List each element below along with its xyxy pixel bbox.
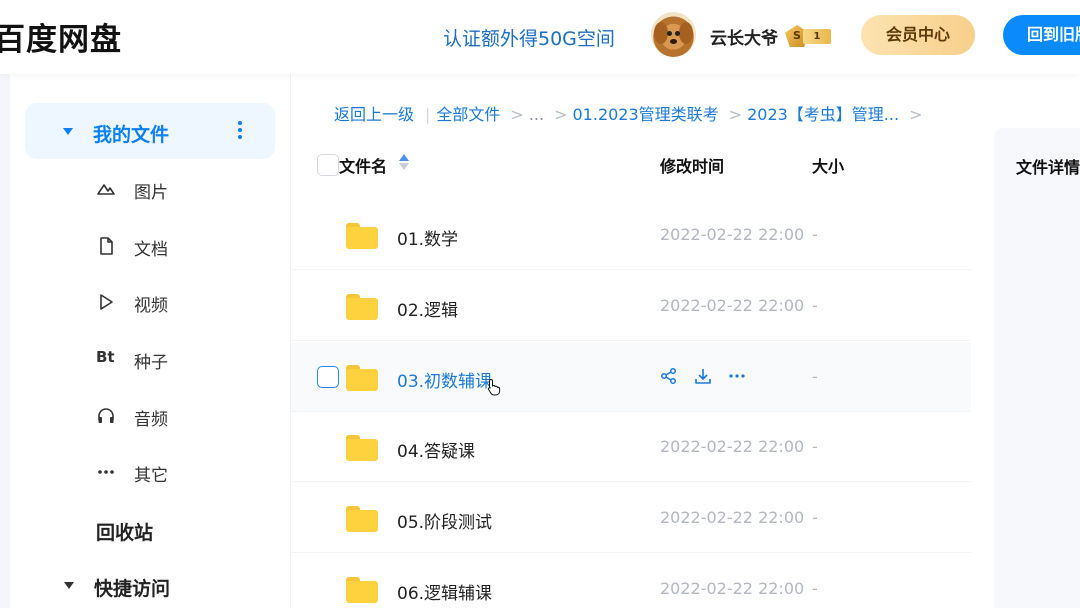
table-row[interactable]: 03.初数辅课 - <box>291 342 971 412</box>
vip-level-badge[interactable]: S 1 <box>785 25 831 47</box>
file-name[interactable]: 02.逻辑 <box>397 296 458 321</box>
more-icon <box>98 470 114 474</box>
expand-triangle-icon[interactable] <box>64 582 74 589</box>
folder-icon <box>346 294 378 320</box>
chevron-right-icon: > <box>909 105 923 124</box>
file-table-header: 文件名 修改时间 大小 <box>291 140 971 190</box>
folder-icon <box>346 435 378 461</box>
modified-time: 2022-02-22 22:00 <box>660 579 805 598</box>
sort-icon[interactable] <box>399 154 409 172</box>
chevron-right-icon: > <box>510 105 524 124</box>
file-size: - <box>812 296 818 315</box>
modified-time: 2022-02-22 22:00 <box>660 296 805 315</box>
hand-cursor-icon <box>487 378 501 396</box>
folder-icon <box>346 365 378 391</box>
table-row[interactable]: 01.数学 2022-02-22 22:00 - <box>291 200 971 270</box>
folder-icon <box>346 506 378 532</box>
file-detail-title: 文件详情 <box>1016 158 1080 177</box>
back-to-old-version-button[interactable]: 回到旧版 <box>1003 15 1080 55</box>
file-size: - <box>812 225 818 244</box>
table-row[interactable]: 02.逻辑 2022-02-22 22:00 - <box>291 271 971 341</box>
row-actions <box>660 367 750 387</box>
more-horizontal-icon[interactable] <box>728 367 746 385</box>
document-icon <box>100 237 113 255</box>
folder-icon <box>346 577 378 603</box>
username[interactable]: 云长大爷 <box>710 24 778 49</box>
sidebar-item-my-files[interactable]: 我的文件 <box>25 103 275 159</box>
sidebar-item-torrents[interactable]: Bt 种子 <box>96 344 246 374</box>
top-header: 百度网盘 认证额外得50G空间 云长大爷 S 1 会员中心 回到旧版 <box>0 0 1080 74</box>
video-icon <box>100 294 113 310</box>
expand-triangle-icon[interactable] <box>63 128 73 135</box>
vip-level: 1 <box>803 29 831 44</box>
sidebar-item-label: 音频 <box>134 410 168 430</box>
breadcrumb-level2-link[interactable]: 2023【考虫】管理... <box>747 105 899 124</box>
torrent-icon: Bt <box>96 348 115 366</box>
file-detail-panel: 文件详情 <box>994 128 1080 608</box>
breadcrumb-back-link[interactable]: 返回上一级 <box>334 105 414 124</box>
sidebar-item-label: 我的文件 <box>93 124 170 146</box>
file-size: - <box>812 367 818 386</box>
sidebar-item-audio[interactable]: 音频 <box>96 401 246 431</box>
sidebar-item-quick-access[interactable]: 快捷访问 <box>94 574 170 601</box>
image-icon <box>97 184 115 195</box>
headphones-icon <box>98 408 114 423</box>
sidebar-edge <box>0 74 10 608</box>
app-logo[interactable]: 百度网盘 <box>0 14 122 59</box>
modified-time: 2022-02-22 22:00 <box>660 225 805 244</box>
sidebar-item-images[interactable]: 图片 <box>96 174 246 204</box>
sidebar-item-label: 文档 <box>134 240 168 260</box>
file-size: - <box>812 579 818 598</box>
file-name[interactable]: 04.答疑课 <box>397 437 475 462</box>
chevron-right-icon: > <box>728 105 743 124</box>
column-header-name[interactable]: 文件名 <box>339 153 387 177</box>
breadcrumb-level1-link[interactable]: 01.2023管理类联考 <box>573 105 719 124</box>
sidebar-item-recycle-bin[interactable]: 回收站 <box>96 518 153 545</box>
breadcrumb-all-files-link[interactable]: 全部文件 <box>436 105 500 124</box>
sidebar-item-documents[interactable]: 文档 <box>96 231 246 261</box>
sidebar-item-label: 视频 <box>134 296 168 316</box>
table-row[interactable]: 06.逻辑辅课 2022-02-22 22:00 - <box>291 554 971 608</box>
share-icon[interactable] <box>660 367 678 385</box>
column-header-size[interactable]: 大小 <box>812 153 844 177</box>
file-size: - <box>812 437 818 456</box>
row-checkbox[interactable] <box>317 366 339 388</box>
column-header-modified[interactable]: 修改时间 <box>660 153 724 177</box>
breadcrumb-ellipsis[interactable]: ... <box>529 105 544 124</box>
file-size: - <box>812 508 818 527</box>
breadcrumb: 返回上一级 | 全部文件 >... >01.2023管理类联考 >2023【考虫】管理..… <box>334 101 927 125</box>
sidebar-item-label: 种子 <box>134 353 168 373</box>
sidebar-item-label: 其它 <box>134 466 168 486</box>
sidebar-item-label: 图片 <box>134 183 168 203</box>
more-vertical-icon[interactable] <box>238 121 242 139</box>
file-name[interactable]: 05.阶段测试 <box>397 508 492 533</box>
breadcrumb-divider: | <box>425 105 431 124</box>
verify-promo-link[interactable]: 认证额外得50G空间 <box>443 24 615 51</box>
sidebar-item-others[interactable]: 其它 <box>96 457 246 487</box>
file-name[interactable]: 06.逻辑辅课 <box>397 579 492 604</box>
sidebar-item-videos[interactable]: 视频 <box>96 287 246 317</box>
sidebar: 我的文件 图片 文档 视频 Bt 种子 音频 其它 回收站 快捷访问 <box>0 74 291 608</box>
select-all-checkbox[interactable] <box>317 154 339 176</box>
chevron-right-icon: > <box>554 105 568 124</box>
folder-icon <box>346 223 378 249</box>
avatar[interactable] <box>651 12 696 57</box>
download-icon[interactable] <box>694 367 712 385</box>
table-row[interactable]: 05.阶段测试 2022-02-22 22:00 - <box>291 483 971 553</box>
modified-time: 2022-02-22 22:00 <box>660 437 805 456</box>
member-center-button[interactable]: 会员中心 <box>861 15 975 55</box>
table-row[interactable]: 04.答疑课 2022-02-22 22:00 - <box>291 412 971 482</box>
modified-time: 2022-02-22 22:00 <box>660 508 805 527</box>
file-name[interactable]: 01.数学 <box>397 225 458 250</box>
file-name[interactable]: 03.初数辅课 <box>397 367 492 392</box>
